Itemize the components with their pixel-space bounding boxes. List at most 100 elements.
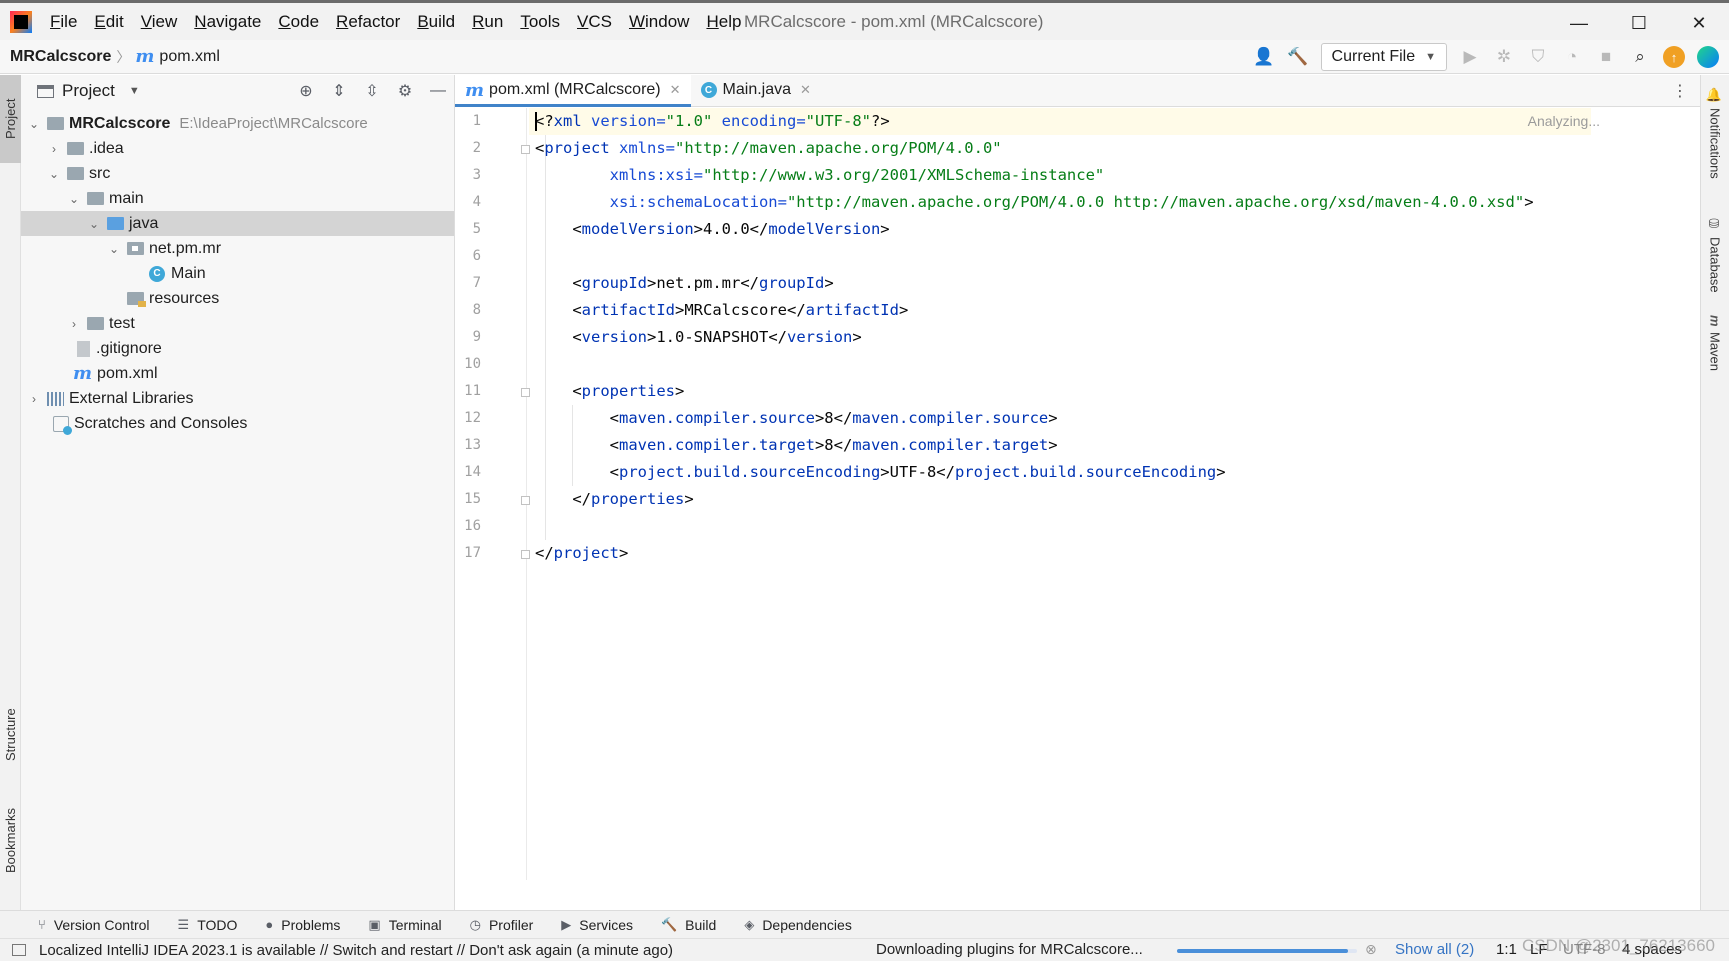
caret-position[interactable]: 1:1 [1496,941,1517,958]
tool-window-dependencies[interactable]: ◈ Dependencies [744,917,852,933]
tool-window-profiler[interactable]: ◷ Profiler [470,917,534,933]
file-encoding[interactable]: UTF-8 [1563,941,1606,958]
menu-file[interactable]: File [50,12,77,32]
show-all-tasks-link[interactable]: Show all (2) [1395,941,1474,958]
tree-item-external-libraries[interactable]: › External Libraries [21,386,454,411]
close-icon[interactable]: ✕ [800,82,811,98]
tool-window-build[interactable]: 🔨 Build [661,917,716,933]
locate-file-icon[interactable]: ⊕ [296,81,316,101]
strip-tab-maven[interactable]: m Maven [1706,315,1724,371]
tree-item-scratches[interactable]: Scratches and Consoles [21,411,454,436]
strip-tab-label: Database [1707,237,1723,293]
status-message[interactable]: Localized IntelliJ IDEA 2023.1 is availa… [39,942,673,959]
user-icon[interactable]: 👤 [1253,46,1275,68]
tree-item-pom[interactable]: m pom.xml [21,361,454,386]
tree-item-java[interactable]: ⌄ java [21,211,454,236]
menu-refactor[interactable]: Refactor [336,12,400,32]
tool-window-todo[interactable]: ☰ TODO [178,917,238,933]
hide-panel-icon[interactable]: — [428,81,448,101]
update-icon[interactable]: ↑ [1663,46,1685,68]
menu-window[interactable]: Window [629,12,689,32]
code-line-4: xsi:schemaLocation="http://maven.apache.… [609,193,1534,211]
breadcrumb-separator-icon: 〉 [116,48,131,65]
tree-item-idea[interactable]: › .idea [21,136,454,161]
strip-tab-structure[interactable]: Structure [0,695,21,775]
chevron-down-icon[interactable]: ⌄ [107,242,121,256]
chevron-down-icon[interactable]: ⌄ [67,192,81,206]
fold-marker-icon[interactable] [521,145,530,154]
menu-build[interactable]: Build [417,12,455,32]
menu-view[interactable]: View [141,12,178,32]
run-icon[interactable]: ▶ [1459,46,1481,68]
chevron-down-icon[interactable]: ⌄ [27,117,41,131]
progress-bar [1177,949,1357,953]
search-icon[interactable]: ⌕ [1629,46,1651,68]
tree-item-project-root[interactable]: ⌄ MRCalcscore E:\IdeaProject\MRCalcscore [21,111,454,136]
chevron-down-icon[interactable]: ⌄ [87,217,101,231]
chevron-right-icon[interactable]: › [27,392,41,406]
project-view-selector[interactable]: Project [62,81,115,101]
tool-window-version-control[interactable]: ⑂ Version Control [38,917,150,933]
line-number: 6 [472,248,481,264]
line-separator[interactable]: LF [1530,941,1548,958]
tool-window-services[interactable]: ▶ Services [561,917,633,933]
chevron-right-icon[interactable]: › [47,142,61,156]
fold-marker-icon[interactable] [521,496,530,505]
run-configuration-dropdown[interactable]: Current File ▼ [1320,43,1447,71]
code-editor[interactable]: 1 2 3 4 5 6 7 8 9 10 11 12 13 14 15 16 1… [455,108,1700,880]
fold-marker-icon[interactable] [521,388,530,397]
menu-edit[interactable]: Edit [94,12,123,32]
expand-all-icon[interactable]: ⇕ [329,81,349,101]
tab-main-java[interactable]: C Main.java ✕ [691,74,821,106]
file-icon [77,340,90,357]
code-with-me-icon[interactable] [1697,46,1719,68]
module-folder-icon [47,117,64,130]
tree-item-main-class[interactable]: C Main [21,261,454,286]
chevron-right-icon[interactable]: › [67,317,81,331]
minimize-button[interactable]: — [1556,9,1602,37]
strip-tab-bookmarks[interactable]: Bookmarks [0,795,21,885]
breadcrumb-project[interactable]: MRCalcscore [10,48,111,66]
strip-tab-notifications[interactable]: 🔔 Notifications [1706,87,1724,179]
tool-window-problems[interactable]: ● Problems [265,917,340,933]
maximize-button[interactable]: ☐ [1616,9,1662,37]
profile-icon[interactable]: ◔ [1561,46,1583,68]
menu-navigate[interactable]: Navigate [194,12,261,32]
breadcrumb-file[interactable]: pom.xml [159,48,219,66]
menu-run[interactable]: Run [472,12,503,32]
tree-item-resources[interactable]: resources [21,286,454,311]
tree-item-gitignore[interactable]: .gitignore [21,336,454,361]
coverage-icon[interactable]: ⛉ [1527,46,1549,68]
tree-item-test[interactable]: › test [21,311,454,336]
tab-pom-xml[interactable]: m pom.xml (MRCalcscore) ✕ [455,74,691,107]
strip-tab-database[interactable]: ⛁ Database [1706,217,1724,293]
tree-item-package[interactable]: ⌄ net.pm.mr [21,236,454,261]
status-bar: Localized IntelliJ IDEA 2023.1 is availa… [0,936,1729,961]
chevron-down-icon[interactable]: ▼ [129,85,140,97]
editor-tab-bar: m pom.xml (MRCalcscore) ✕ C Main.java ✕ … [455,74,1700,107]
debug-icon[interactable]: ✲ [1493,46,1515,68]
gear-icon[interactable]: ⚙ [395,81,415,101]
tree-item-main[interactable]: ⌄ main [21,186,454,211]
profiler-icon: ◷ [469,916,481,932]
close-button[interactable]: ✕ [1676,9,1722,37]
strip-tab-project[interactable]: Project [0,75,21,163]
close-icon[interactable]: ✕ [670,82,681,98]
menu-help[interactable]: Help [706,12,741,32]
more-tabs-icon[interactable]: ⋮ [1672,81,1688,101]
background-task-label[interactable]: Downloading plugins for MRCalcscore... [876,941,1143,958]
collapse-all-icon[interactable]: ⇳ [362,81,382,101]
line-number: 3 [472,167,481,183]
indent-setting[interactable]: 4 spaces [1622,941,1682,958]
tree-item-src[interactable]: ⌄ src [21,161,454,186]
toggle-tool-windows-icon[interactable] [12,944,26,956]
tool-window-terminal[interactable]: ▣ Terminal [368,917,441,933]
menu-tools[interactable]: Tools [520,12,560,32]
menu-code[interactable]: Code [278,12,319,32]
chevron-down-icon[interactable]: ⌄ [47,167,61,181]
cancel-task-icon[interactable]: ⊗ [1365,941,1377,958]
stop-icon[interactable]: ■ [1595,46,1617,68]
build-hammer-icon[interactable]: 🔨 [1287,46,1309,68]
fold-marker-icon[interactable] [521,550,530,559]
menu-vcs[interactable]: VCS [577,12,612,32]
